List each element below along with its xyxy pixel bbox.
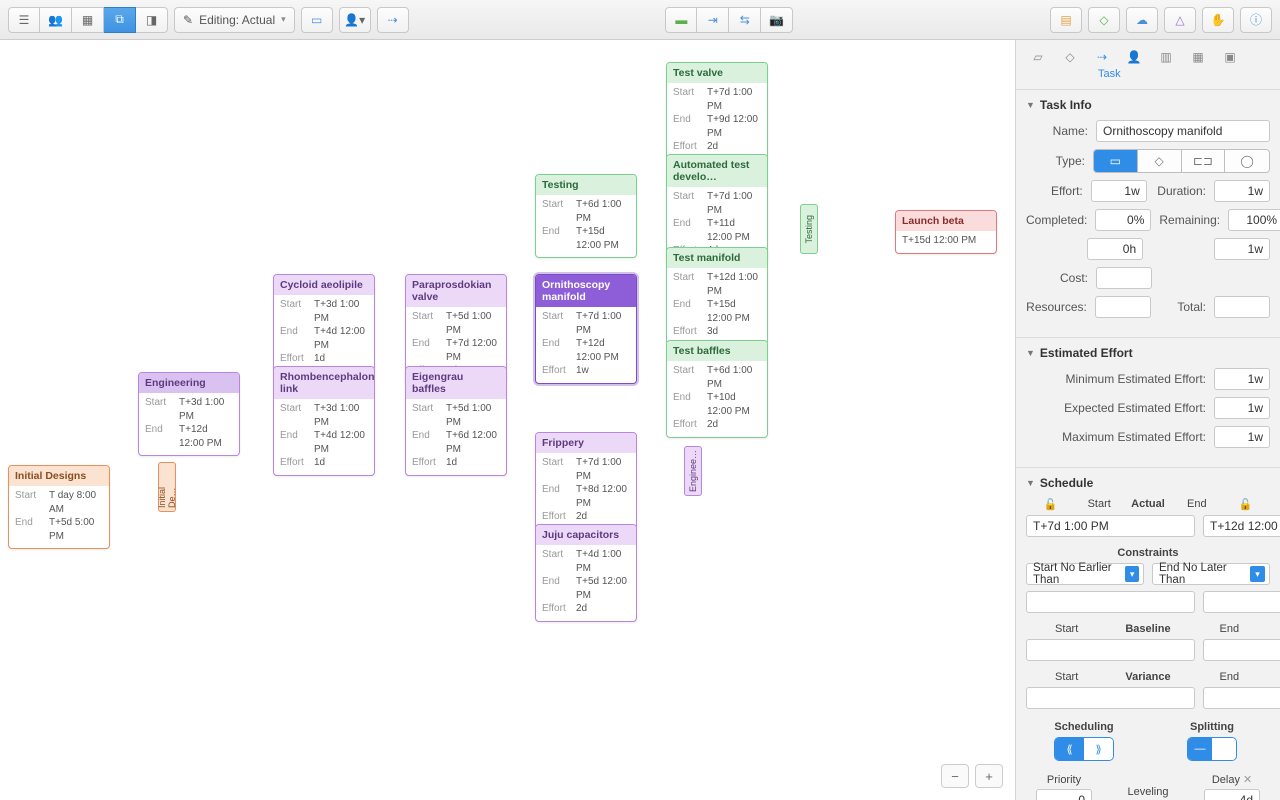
add-task-button[interactable]: ▭ xyxy=(301,7,333,33)
tab-task-icon[interactable]: ⇢ xyxy=(1090,46,1114,68)
constraint-start-date[interactable] xyxy=(1026,591,1195,613)
completed-input[interactable] xyxy=(1095,209,1151,231)
assign-resource-button[interactable]: 👤▾ xyxy=(339,7,371,33)
task-node-test-manifold[interactable]: Test manifold StartT+12d 1:00 PM EndT+15… xyxy=(666,247,768,345)
type-group-icon[interactable]: ◯ xyxy=(1225,150,1269,172)
tab-project-icon[interactable]: ▱ xyxy=(1026,46,1050,68)
resources-input[interactable] xyxy=(1095,296,1151,318)
splitting-toggle[interactable]: — xyxy=(1187,737,1237,761)
task-node-juju[interactable]: Juju capacitors StartT+4d 1:00 PM EndT+5… xyxy=(535,524,637,622)
actual-end-input[interactable] xyxy=(1203,515,1280,537)
network-canvas[interactable]: Initial Designs StartT day 8:00 AM EndT+… xyxy=(0,40,1015,800)
type-hammock-icon[interactable]: ⊏⊐ xyxy=(1182,150,1226,172)
inspector-panel: ▱ ◇ ⇢ 👤 ▥ ▦ ▣ Task ▼Task Info Name: Type… xyxy=(1015,40,1280,800)
baseline-end-input[interactable] xyxy=(1203,639,1280,661)
catch-up-button[interactable]: ▬ xyxy=(665,7,697,33)
gantt-view-button[interactable]: ☰ xyxy=(8,7,40,33)
section-schedule: ▼Schedule 🔓StartActualEnd🔓 Constraints S… xyxy=(1016,468,1280,800)
network-view-button[interactable]: ⧉ xyxy=(104,7,136,33)
task-node-frippery[interactable]: Frippery StartT+7d 1:00 PM EndT+8d 12:00… xyxy=(535,432,637,530)
constraint-end-select[interactable]: End No Later Than▾ xyxy=(1152,563,1270,585)
disclosure-triangle-icon[interactable]: ▼ xyxy=(1026,100,1035,110)
inspector-tabs: ▱ ◇ ⇢ 👤 ▥ ▦ ▣ Task xyxy=(1016,40,1280,90)
task-node-eigengrau[interactable]: Eigengrau baffles StartT+5d 1:00 PM EndT… xyxy=(405,366,507,476)
zoom-in-button[interactable]: + xyxy=(975,764,1003,788)
exp-effort-input[interactable] xyxy=(1214,397,1270,419)
violations-button[interactable]: ✋ xyxy=(1202,7,1234,33)
completed-effort-input[interactable] xyxy=(1087,238,1143,260)
tab-milestone-icon[interactable]: ◇ xyxy=(1058,46,1082,68)
remaining-effort-input[interactable] xyxy=(1214,238,1270,260)
name-input[interactable] xyxy=(1096,120,1270,142)
task-node-cycloid[interactable]: Cycloid aeolipile StartT+3d 1:00 PM EndT… xyxy=(273,274,375,372)
task-node-test-baffles[interactable]: Test baffles StartT+6d 1:00 PM EndT+10d … xyxy=(666,340,768,438)
baseline-button[interactable]: 📷 xyxy=(761,7,793,33)
editing-mode-selector[interactable]: ✎Editing: Actual▾ xyxy=(174,7,295,33)
styles-button[interactable]: ◇ xyxy=(1088,7,1120,33)
add-dependency-button[interactable]: ⇢ xyxy=(377,7,409,33)
cost-input[interactable] xyxy=(1096,267,1152,289)
task-node-launch-beta[interactable]: Launch beta T+15d 12:00 PM xyxy=(895,210,997,254)
effort-input[interactable] xyxy=(1091,180,1147,202)
task-node-rhombencephalon[interactable]: Rhombencephalon link StartT+3d 1:00 PM E… xyxy=(273,366,375,476)
view-mode-group: ☰ 👥 ▦ ⧉ ◨ xyxy=(8,7,168,33)
milestone-initial-designs[interactable]: Initial De… xyxy=(158,462,176,512)
outline-button[interactable]: ▤ xyxy=(1050,7,1082,33)
type-task-icon[interactable]: ▭ xyxy=(1094,150,1138,172)
task-node-test-valve[interactable]: Test valve StartT+7d 1:00 PM EndT+9d 12:… xyxy=(666,62,768,160)
chevron-down-icon: ▾ xyxy=(1125,566,1139,582)
type-milestone-icon[interactable]: ◇ xyxy=(1138,150,1182,172)
variance-end-input[interactable] xyxy=(1203,687,1280,709)
inspector-button[interactable]: ⓘ xyxy=(1240,7,1272,33)
priority-input[interactable] xyxy=(1036,789,1092,800)
clear-delay-icon[interactable]: ✕ xyxy=(1243,774,1252,786)
tab-resource-icon[interactable]: 👤 xyxy=(1122,46,1146,68)
actual-start-input[interactable] xyxy=(1026,515,1195,537)
milestone-engineering[interactable]: Enginee… xyxy=(684,446,702,496)
zoom-controls: − + xyxy=(941,764,1003,788)
dashboard-view-button[interactable]: ◨ xyxy=(136,7,168,33)
lock-start-icon[interactable]: 🔓 xyxy=(1026,498,1075,511)
scheduling-toggle[interactable]: ⟪⟫ xyxy=(1054,737,1114,761)
duration-input[interactable] xyxy=(1214,180,1270,202)
toolbar: ☰ 👥 ▦ ⧉ ◨ ✎Editing: Actual▾ ▭ 👤▾ ⇢ ▬ ⇥ ⇆… xyxy=(0,0,1280,40)
baseline-start-input[interactable] xyxy=(1026,639,1195,661)
task-node-initial-designs[interactable]: Initial Designs StartT day 8:00 AM EndT+… xyxy=(8,465,110,549)
critical-path-button[interactable]: △ xyxy=(1164,7,1196,33)
max-effort-input[interactable] xyxy=(1214,426,1270,448)
level-button[interactable]: ⇆ xyxy=(729,7,761,33)
milestone-testing[interactable]: Testing xyxy=(800,204,818,254)
chevron-down-icon: ▾ xyxy=(1250,566,1265,582)
sync-button[interactable]: ☁ xyxy=(1126,7,1158,33)
reschedule-button[interactable]: ⇥ xyxy=(697,7,729,33)
tab-custom-icon[interactable]: ▦ xyxy=(1186,46,1210,68)
constraint-start-select[interactable]: Start No Earlier Than▾ xyxy=(1026,563,1144,585)
total-input[interactable] xyxy=(1214,296,1270,318)
remaining-input[interactable] xyxy=(1228,209,1280,231)
section-task-info: ▼Task Info Name: Type: ▭ ◇ ⊏⊐ ◯ Effort: … xyxy=(1016,90,1280,338)
variance-start-input[interactable] xyxy=(1026,687,1195,709)
task-node-engineering[interactable]: Engineering StartT+3d 1:00 PM EndT+12d 1… xyxy=(138,372,240,456)
type-segmented[interactable]: ▭ ◇ ⊏⊐ ◯ xyxy=(1093,149,1270,173)
task-node-ornithoscopy[interactable]: Ornithoscopy manifold StartT+7d 1:00 PM … xyxy=(535,274,637,384)
calendar-view-button[interactable]: ▦ xyxy=(72,7,104,33)
disclosure-triangle-icon[interactable]: ▼ xyxy=(1026,348,1035,358)
task-node-testing[interactable]: Testing StartT+6d 1:00 PM EndT+15d 12:00… xyxy=(535,174,637,258)
disclosure-triangle-icon[interactable]: ▼ xyxy=(1026,478,1035,488)
lock-end-icon[interactable]: 🔓 xyxy=(1221,498,1270,511)
tab-styles-icon[interactable]: ▥ xyxy=(1154,46,1178,68)
resource-view-button[interactable]: 👥 xyxy=(40,7,72,33)
min-effort-input[interactable] xyxy=(1214,368,1270,390)
constraint-end-date[interactable] xyxy=(1203,591,1280,613)
inspector-tab-label: Task xyxy=(1016,68,1280,80)
tab-notes-icon[interactable]: ▣ xyxy=(1218,46,1242,68)
section-estimated-effort: ▼Estimated Effort Minimum Estimated Effo… xyxy=(1016,338,1280,468)
zoom-out-button[interactable]: − xyxy=(941,764,969,788)
delay-input[interactable] xyxy=(1204,789,1260,800)
